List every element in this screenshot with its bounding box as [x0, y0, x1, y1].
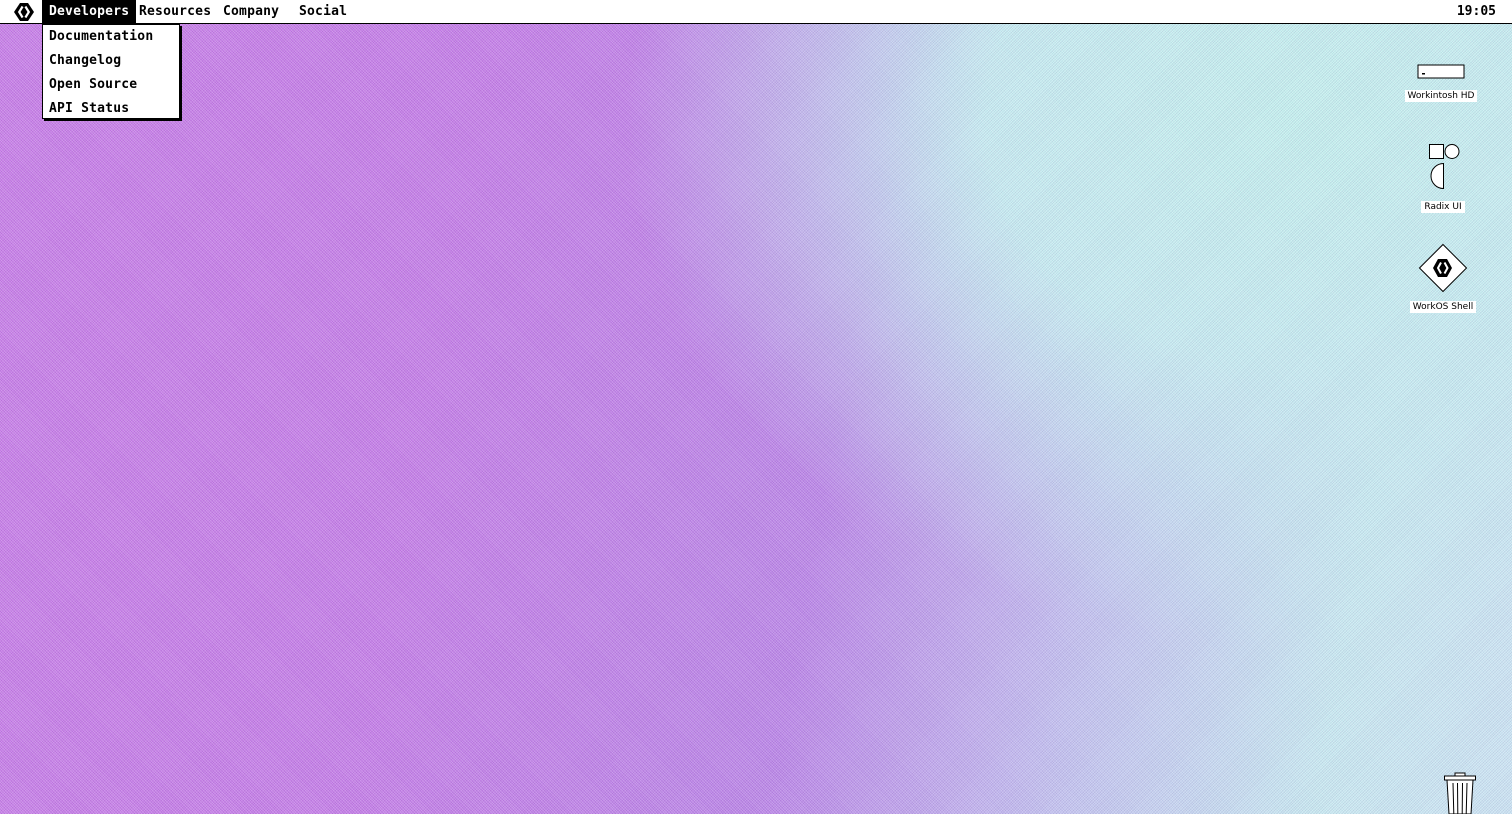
desktop-icon-label: Radix UI [1421, 201, 1465, 213]
workos-logo-icon[interactable] [14, 3, 34, 21]
desktop-icon-label: WorkOS Shell [1409, 301, 1477, 313]
dropdown-item-documentation[interactable]: Documentation [43, 25, 179, 49]
desktop-icon-label: Workintosh HD [1404, 90, 1478, 102]
trash-icon[interactable] [1443, 772, 1477, 814]
desktop-icon-radix-ui[interactable]: Radix UI [1398, 142, 1488, 213]
developers-dropdown: Documentation Changelog Open Source API … [42, 24, 180, 119]
radix-ui-icon [1429, 144, 1460, 190]
desktop-icon-workintosh-hd[interactable]: Workintosh HD [1396, 62, 1486, 102]
hard-drive-icon [1417, 64, 1465, 79]
menu-resources[interactable]: Resources [132, 0, 218, 23]
menu-developers[interactable]: Developers [42, 0, 137, 23]
dropdown-item-changelog[interactable]: Changelog [43, 49, 179, 73]
menu-social[interactable]: Social [292, 0, 354, 23]
dropdown-item-api-status[interactable]: API Status [43, 97, 179, 121]
workos-shell-icon [1418, 243, 1468, 293]
desktop-icon-workos-shell[interactable]: WorkOS Shell [1398, 243, 1488, 313]
menu-bar: Developers Resources Company Social 19:0… [0, 0, 1512, 24]
menu-company[interactable]: Company [216, 0, 286, 23]
dropdown-item-open-source[interactable]: Open Source [43, 73, 179, 97]
menubar-clock: 19:05 [1456, 4, 1496, 19]
